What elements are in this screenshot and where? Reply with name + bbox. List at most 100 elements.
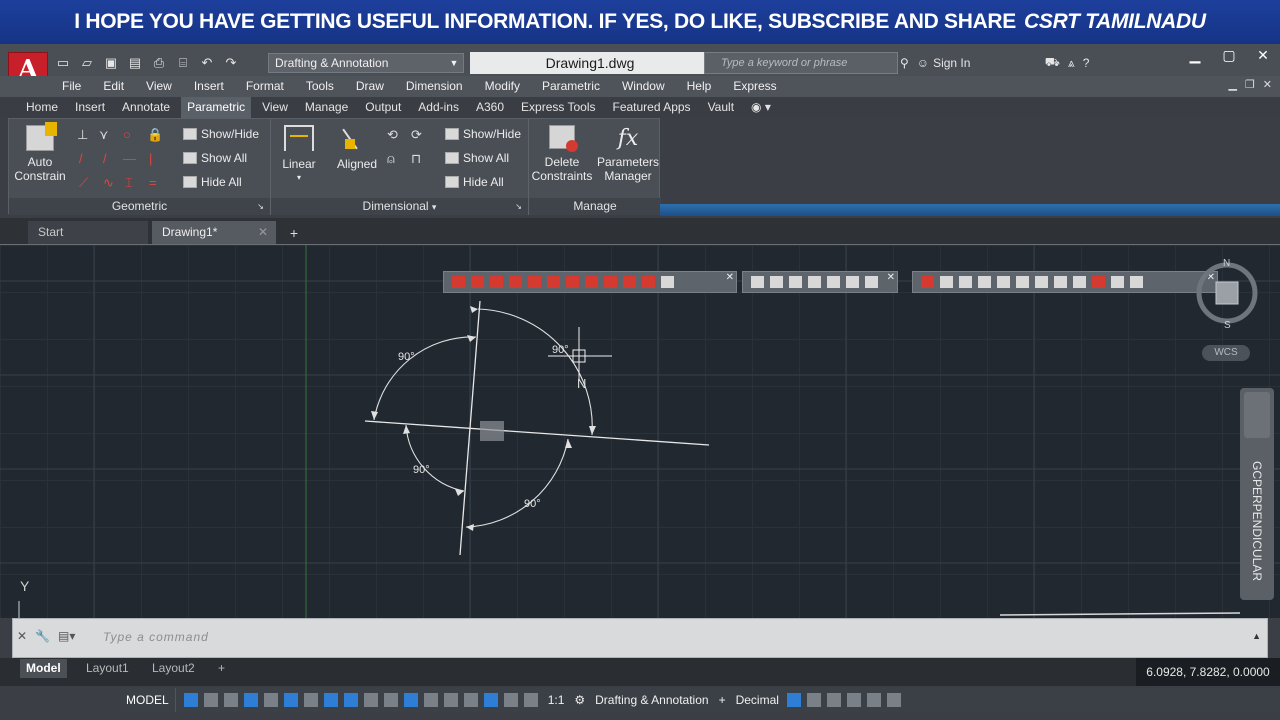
menu-tools[interactable]: Tools bbox=[306, 76, 334, 97]
redo-icon[interactable]: ↷ bbox=[222, 54, 240, 72]
angular-icon[interactable]: ⟲ bbox=[387, 127, 398, 143]
wrench-icon[interactable]: 🔧 bbox=[35, 629, 50, 643]
menu-edit[interactable]: Edit bbox=[103, 76, 124, 97]
fix-icon[interactable]: 🔒 bbox=[147, 127, 163, 143]
close-icon[interactable]: ✕ bbox=[726, 272, 734, 283]
new-icon[interactable]: ▭ bbox=[54, 54, 72, 72]
tangent-icon[interactable]: ⟋ bbox=[79, 175, 88, 191]
new-tab-button[interactable]: + bbox=[284, 226, 304, 242]
menu-view[interactable]: View bbox=[146, 76, 172, 97]
aligned-button[interactable]: Aligned bbox=[329, 125, 385, 171]
auto-constrain-icon[interactable] bbox=[921, 276, 934, 288]
dim-hide-all-icon[interactable] bbox=[1054, 276, 1067, 288]
ortho-icon[interactable] bbox=[263, 693, 278, 707]
quick-properties-icon[interactable] bbox=[786, 693, 801, 707]
parallel-icon[interactable]: / bbox=[79, 151, 83, 166]
angular-icon[interactable] bbox=[865, 276, 878, 288]
parallel-icon[interactable] bbox=[490, 276, 503, 288]
selection-cycling-icon[interactable] bbox=[403, 693, 418, 707]
smooth-icon[interactable] bbox=[604, 276, 617, 288]
close-icon[interactable]: ✕ bbox=[17, 629, 27, 643]
smooth-icon[interactable]: ∿ bbox=[103, 175, 114, 191]
command-input[interactable]: Type a command bbox=[103, 630, 209, 644]
dim-show-all-icon[interactable] bbox=[1035, 276, 1048, 288]
file-tab-start[interactable]: Start bbox=[28, 221, 148, 244]
tab-layout2[interactable]: Layout2 bbox=[146, 659, 201, 678]
menu-express[interactable]: Express bbox=[733, 76, 776, 97]
save-as-icon[interactable]: ▤ bbox=[126, 54, 144, 72]
menu-format[interactable]: Format bbox=[246, 76, 284, 97]
sign-in-button[interactable]: ☺ Sign In bbox=[917, 56, 1037, 70]
geometric-show-all-button[interactable]: Show All bbox=[183, 151, 247, 165]
tab-view[interactable]: View bbox=[256, 97, 294, 118]
fx-icon[interactable] bbox=[1130, 276, 1143, 288]
print-icon[interactable]: ⌸ bbox=[174, 54, 192, 72]
perpendicular-icon[interactable] bbox=[509, 276, 522, 288]
clean-screen-icon[interactable] bbox=[866, 693, 881, 707]
close-icon[interactable]: ✕ bbox=[258, 221, 268, 243]
linear-icon[interactable] bbox=[751, 276, 764, 288]
tab-annotate[interactable]: Annotate bbox=[116, 97, 176, 118]
menu-draw[interactable]: Draw bbox=[356, 76, 384, 97]
plus-icon[interactable]: + bbox=[719, 693, 726, 707]
menu-parametric[interactable]: Parametric bbox=[542, 76, 600, 97]
workspace-switch[interactable]: Drafting & Annotation bbox=[595, 693, 708, 707]
constraint-settings-icon[interactable] bbox=[997, 276, 1010, 288]
command-history-icon[interactable]: ▤▾ bbox=[58, 629, 75, 643]
file-tab-drawing1[interactable]: Drawing1* ✕ bbox=[152, 221, 276, 244]
vertical-icon[interactable] bbox=[547, 276, 560, 288]
menu-insert[interactable]: Insert bbox=[194, 76, 224, 97]
command-line[interactable]: ✕ 🔧 ▤▾ Type a command ▲ bbox=[12, 618, 1268, 658]
dialog-launcher-icon[interactable]: ↘ bbox=[257, 198, 264, 215]
maximize-icon[interactable]: ▢ bbox=[1212, 44, 1246, 68]
equal-icon[interactable]: = bbox=[149, 175, 157, 190]
dim-show-hide-icon[interactable] bbox=[1016, 276, 1029, 288]
selection-filter-icon[interactable] bbox=[463, 693, 478, 707]
intersection-grip[interactable] bbox=[480, 421, 504, 441]
viewcube[interactable]: N S bbox=[1192, 258, 1262, 331]
auto-scale-icon[interactable] bbox=[523, 693, 538, 707]
tab-model[interactable]: Model bbox=[20, 659, 67, 678]
horizontal-dim-icon[interactable] bbox=[770, 276, 783, 288]
transparency-icon[interactable] bbox=[383, 693, 398, 707]
symmetric-icon[interactable]: ⌶ bbox=[125, 175, 133, 191]
close-icon[interactable]: ✕ bbox=[1246, 44, 1280, 68]
parameters-manager-button[interactable]: fx Parameters Manager bbox=[595, 125, 661, 183]
radial-icon[interactable]: ⟳ bbox=[411, 127, 422, 143]
delete-constraints-icon[interactable] bbox=[1092, 276, 1105, 288]
restore-icon[interactable]: ❐ bbox=[1245, 78, 1255, 91]
tab-manage[interactable]: Manage bbox=[299, 97, 354, 118]
dimensional-show-all-button[interactable]: Show All bbox=[445, 151, 509, 165]
horizontal-icon[interactable] bbox=[528, 276, 541, 288]
menu-dimension[interactable]: Dimension bbox=[406, 76, 463, 97]
tab-a360[interactable]: A360 bbox=[470, 97, 510, 118]
autodesk-icon[interactable]: ⩓ bbox=[1068, 56, 1075, 71]
lock-ui-icon[interactable] bbox=[806, 693, 821, 707]
hide-all-icon[interactable] bbox=[978, 276, 991, 288]
coincident-icon[interactable]: ⊥ bbox=[77, 127, 88, 143]
search-input[interactable]: Type a keyword or phrase bbox=[704, 52, 898, 74]
add-layout-button[interactable]: + bbox=[212, 659, 231, 678]
exchange-icon[interactable]: ⛟ bbox=[1045, 55, 1060, 71]
show-all-icon[interactable] bbox=[959, 276, 972, 288]
close-icon[interactable]: ✕ bbox=[1263, 78, 1272, 91]
radial-icon[interactable] bbox=[827, 276, 840, 288]
linear-button[interactable]: Linear ▾ bbox=[279, 125, 319, 185]
drawing-canvas[interactable]: 90° 90° 90° 90° N Y ✕ ✕ ✕ bbox=[0, 244, 1280, 619]
tab-output[interactable]: Output bbox=[359, 97, 407, 118]
customization-icon[interactable] bbox=[886, 693, 901, 707]
menu-help[interactable]: Help bbox=[687, 76, 712, 97]
grid-icon[interactable] bbox=[183, 693, 198, 707]
plot-icon[interactable]: ⎙ bbox=[150, 54, 168, 72]
dim-settings-icon[interactable] bbox=[1073, 276, 1086, 288]
wcs-menu[interactable]: WCS bbox=[1202, 345, 1250, 361]
side-panel-handle[interactable] bbox=[1244, 392, 1270, 438]
save-icon[interactable]: ▣ bbox=[102, 54, 120, 72]
tab-vault[interactable]: Vault bbox=[702, 97, 740, 118]
object-snap-icon[interactable] bbox=[343, 693, 358, 707]
tab-insert[interactable]: Insert bbox=[69, 97, 111, 118]
snap-icon[interactable] bbox=[203, 693, 218, 707]
minimize-icon[interactable]: ▁ bbox=[1228, 78, 1236, 91]
tab-express-tools[interactable]: Express Tools bbox=[515, 97, 601, 118]
units-select[interactable]: Decimal bbox=[736, 693, 779, 707]
